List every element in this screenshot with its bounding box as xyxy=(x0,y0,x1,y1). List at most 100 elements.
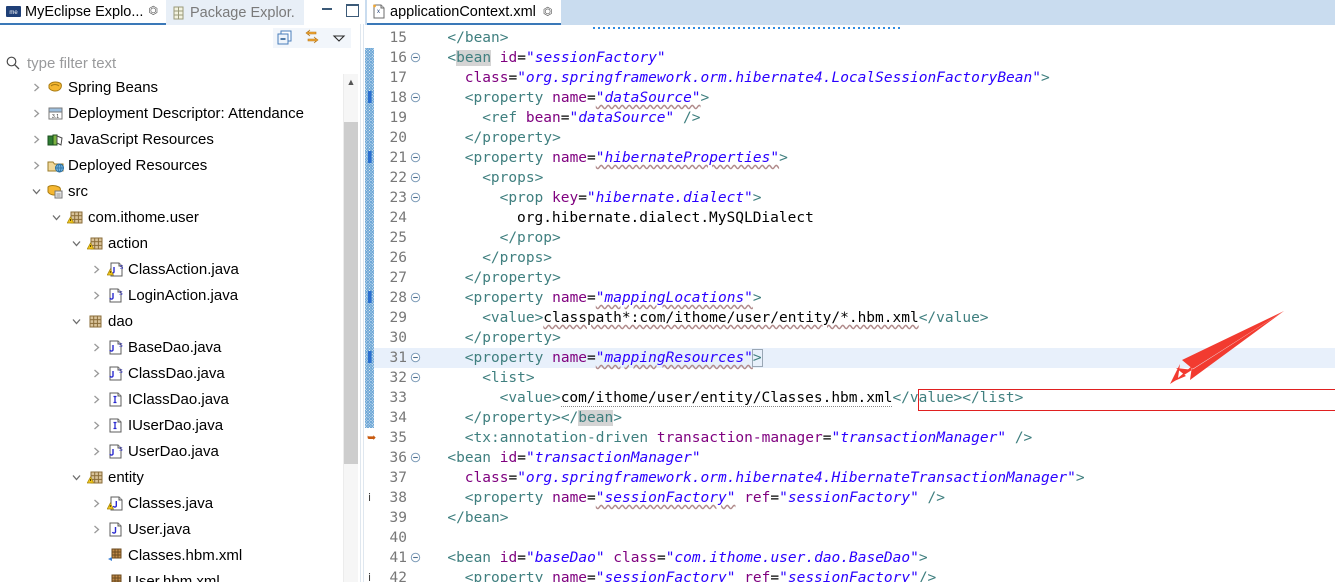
code-line[interactable]: 31 <property name="mappingResources"> xyxy=(365,348,1335,368)
tree-item[interactable]: IUserDao.java xyxy=(0,412,343,438)
todo-marker-icon[interactable] xyxy=(365,150,377,166)
code-text[interactable]: <property name="mappingLocations"> xyxy=(422,290,762,306)
minimize-button[interactable] xyxy=(321,2,335,16)
code-text[interactable]: <property name="hibernateProperties"> xyxy=(422,150,788,166)
scroll-up-icon[interactable]: ▲ xyxy=(344,74,358,90)
code-line[interactable]: 24 org.hibernate.dialect.MySQLDialect xyxy=(365,208,1335,228)
code-text[interactable]: </property></bean> xyxy=(422,410,622,426)
code-line[interactable]: 33 <value>com/ithome/user/entity/Classes.… xyxy=(365,388,1335,408)
code-line[interactable]: 34 </property></bean> xyxy=(365,408,1335,428)
code-text[interactable]: <list> xyxy=(422,370,534,386)
code-text[interactable]: <bean id="transactionManager" xyxy=(422,450,700,466)
code-line[interactable]: 37 class="org.springframework.orm.hiberna… xyxy=(365,468,1335,488)
tab-myeclipse-explorer[interactable]: me MyEclipse Explo... ⏣ xyxy=(0,0,166,25)
tree-item[interactable]: JavaScript Resources xyxy=(0,126,343,152)
code-line[interactable]: 23 <prop key="hibernate.dialect"> xyxy=(365,188,1335,208)
code-line[interactable]: 29 <value>classpath*:com/ithome/user/enti… xyxy=(365,308,1335,328)
code-text[interactable]: class="org.springframework.orm.hibernate… xyxy=(422,70,1050,86)
tree-item[interactable]: S LoginAction.java xyxy=(0,282,343,308)
code-text[interactable]: </bean> xyxy=(422,30,508,46)
chevron-down-icon[interactable] xyxy=(48,212,65,223)
code-line[interactable]: i 38 <property name="sessionFactory" ref="… xyxy=(365,488,1335,508)
code-text[interactable]: <value>com/ithome/user/entity/Classes.hb… xyxy=(422,390,1023,407)
code-line[interactable]: 18 <property name="dataSource"> xyxy=(365,88,1335,108)
fold-collapse-icon[interactable] xyxy=(409,172,422,185)
link-editor-icon[interactable] xyxy=(303,29,321,47)
panel-divider[interactable] xyxy=(360,24,364,582)
filter-row[interactable]: type filter text xyxy=(0,52,365,74)
chevron-right-icon[interactable] xyxy=(88,446,105,457)
code-text[interactable]: </bean> xyxy=(422,510,508,526)
code-line[interactable]: ➥ 35 <tx:annotation-driven transaction-man… xyxy=(365,428,1335,448)
chevron-right-icon[interactable] xyxy=(88,524,105,535)
chevron-down-icon[interactable] xyxy=(330,29,348,47)
tree-item[interactable]: S ClassAction.java xyxy=(0,256,343,282)
tree-scrollbar[interactable]: ▲ xyxy=(343,74,358,582)
fold-collapse-icon[interactable] xyxy=(409,52,422,65)
tree-item[interactable]: entity xyxy=(0,464,343,490)
chevron-right-icon[interactable] xyxy=(88,264,105,275)
tree-item[interactable]: IClassDao.java xyxy=(0,386,343,412)
tree-item[interactable]: S BaseDao.java xyxy=(0,334,343,360)
todo-marker-icon[interactable] xyxy=(365,350,377,366)
chevron-down-icon[interactable] xyxy=(28,186,45,197)
search-input[interactable]: type filter text xyxy=(27,55,116,72)
tree-item[interactable]: Classes.hbm.xml xyxy=(0,542,343,568)
tree-item[interactable]: S ClassDao.java xyxy=(0,360,343,386)
code-text[interactable]: <bean id="baseDao" class="com.ithome.use… xyxy=(422,550,927,566)
code-line[interactable]: 32 <list> xyxy=(365,368,1335,388)
code-line[interactable]: 41 <bean id="baseDao" class="com.ithome.u… xyxy=(365,548,1335,568)
code-line[interactable]: 40 xyxy=(365,528,1335,548)
code-text[interactable]: <property name="mappingResources"> xyxy=(422,349,763,367)
tree-item[interactable]: com.ithome.user xyxy=(0,204,343,230)
code-text[interactable]: <property name="dataSource"> xyxy=(422,90,709,106)
code-text[interactable]: </prop> xyxy=(422,230,561,246)
chevron-right-icon[interactable] xyxy=(88,290,105,301)
collapse-all-icon[interactable] xyxy=(276,29,294,47)
tab-package-explorer[interactable]: Package Explor. xyxy=(166,0,304,25)
code-line[interactable]: 16 <bean id="sessionFactory" xyxy=(365,48,1335,68)
code-text[interactable]: <value>classpath*:com/ithome/user/entity… xyxy=(422,310,988,326)
code-editor[interactable]: 15 </bean> 16 <bean id="sessionFactory" 17 cl… xyxy=(365,28,1335,582)
code-line[interactable]: 26 </props> xyxy=(365,248,1335,268)
code-text[interactable]: class="org.springframework.orm.hibernate… xyxy=(422,470,1085,486)
chevron-right-icon[interactable] xyxy=(28,134,45,145)
close-icon[interactable]: ⏣ xyxy=(148,6,158,17)
chevron-right-icon[interactable] xyxy=(28,82,45,93)
tree-item[interactable]: S UserDao.java xyxy=(0,438,343,464)
fold-collapse-icon[interactable] xyxy=(409,352,422,365)
code-text[interactable]: <property name="sessionFactory" ref="ses… xyxy=(422,490,945,506)
code-line[interactable]: 39 </bean> xyxy=(365,508,1335,528)
close-icon[interactable]: ⏣ xyxy=(543,5,553,18)
chevron-down-icon[interactable] xyxy=(68,238,85,249)
tree-item[interactable]: User.hbm.xml xyxy=(0,568,343,582)
project-tree[interactable]: Spring Beans 3.1 Deployment Descriptor: At… xyxy=(0,74,343,582)
tree-item[interactable]: Deployed Resources xyxy=(0,152,343,178)
fold-collapse-icon[interactable] xyxy=(409,192,422,205)
code-line[interactable]: 19 <ref bean="dataSource" /> xyxy=(365,108,1335,128)
tree-item[interactable]: Classes.java xyxy=(0,490,343,516)
scrollbar-thumb[interactable] xyxy=(344,122,358,464)
fold-collapse-icon[interactable] xyxy=(409,152,422,165)
code-text[interactable]: <prop key="hibernate.dialect"> xyxy=(422,190,762,206)
tree-item[interactable]: User.java xyxy=(0,516,343,542)
tree-item[interactable]: Spring Beans xyxy=(0,74,343,100)
chevron-right-icon[interactable] xyxy=(28,160,45,171)
info-marker-icon[interactable]: i xyxy=(365,570,377,582)
code-line[interactable]: i 42 <property name="sessionFactory" ref="… xyxy=(365,568,1335,582)
code-text[interactable]: <tx:annotation-driven transaction-manage… xyxy=(422,430,1032,446)
code-text[interactable]: </property> xyxy=(422,130,561,146)
tree-item[interactable]: 3.1 Deployment Descriptor: Attendance xyxy=(0,100,343,126)
code-line[interactable]: 25 </prop> xyxy=(365,228,1335,248)
fold-collapse-icon[interactable] xyxy=(409,372,422,385)
code-text[interactable]: <bean id="sessionFactory" xyxy=(422,50,666,66)
chevron-right-icon[interactable] xyxy=(88,394,105,405)
code-text[interactable]: org.hibernate.dialect.MySQLDialect xyxy=(422,210,814,226)
chevron-right-icon[interactable] xyxy=(88,368,105,379)
chevron-down-icon[interactable] xyxy=(68,316,85,327)
code-line[interactable]: 27 </property> xyxy=(365,268,1335,288)
info-marker-icon[interactable]: i xyxy=(365,490,377,506)
code-line[interactable]: 15 </bean> xyxy=(365,28,1335,48)
todo-marker-icon[interactable] xyxy=(365,90,377,106)
tree-item[interactable]: src xyxy=(0,178,343,204)
